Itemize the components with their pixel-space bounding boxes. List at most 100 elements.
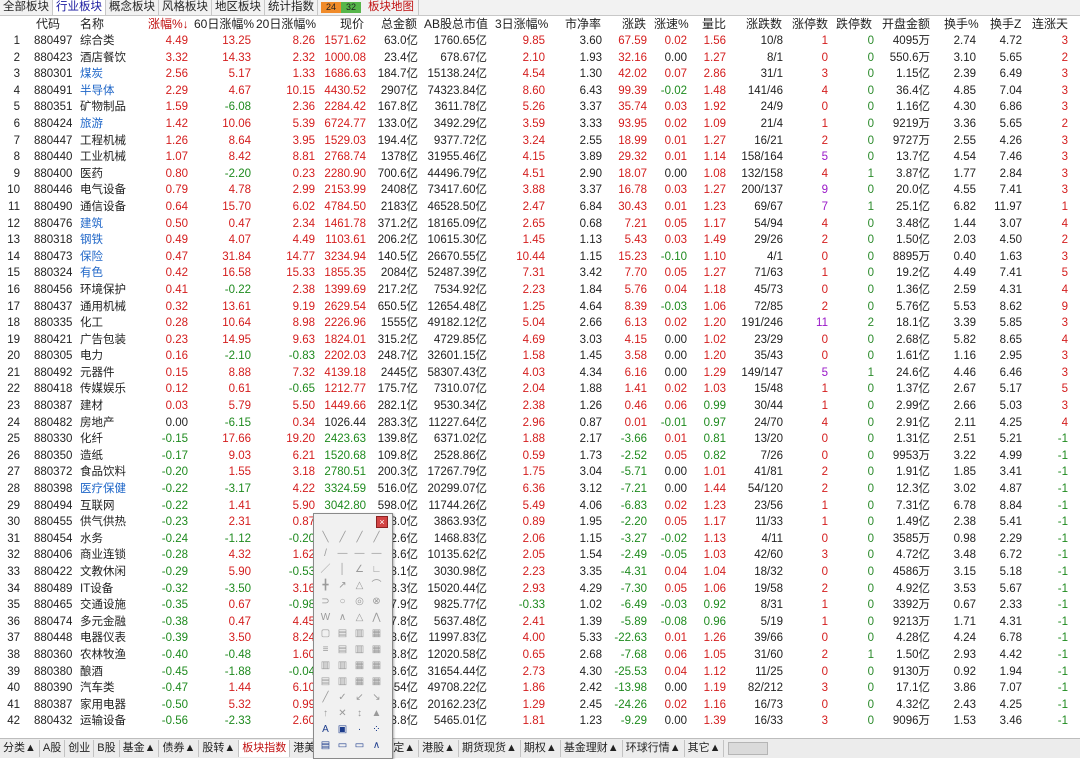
table-row[interactable]: 10 880446 电气设备 0.79 4.78 2.99 2153.99 2408亿 7341… [0,182,1080,199]
draw-tool-35-icon[interactable]: ▦ [352,658,367,673]
draw-tool-6-icon[interactable]: — [335,546,350,561]
draw-tool-17-icon[interactable]: ⊃ [318,594,333,609]
draw-tool-26-icon[interactable]: ▤ [335,626,350,641]
draw-tool-28-icon[interactable]: ▦ [369,626,384,641]
col-limit-down[interactable]: 跌停数 [836,16,872,33]
col-amount[interactable]: 总金额 [381,16,417,33]
table-row[interactable]: 38880360农林牧渔-0.40-0.481.601234.0078.8亿12… [0,647,1080,664]
draw-tool-49-icon[interactable]: A [318,722,333,737]
draw-tool-15-icon[interactable]: △ [352,578,367,593]
draw-tool-11-icon[interactable]: ∠ [352,562,367,577]
draw-tool-45-icon[interactable]: ↑ [318,706,333,721]
tab-neeq[interactable]: 股转▲ [199,740,240,757]
table-row[interactable]: 1 880497 综合类 4.49 13.25 8.26 1571.62 63.0亿 1760.… [0,33,1080,50]
col-60d-change[interactable]: 60日涨幅% [194,16,254,33]
table-row[interactable]: 37880448电器仪表-0.393.508.241234.0098.6亿119… [0,630,1080,647]
table-row[interactable]: 2 880423 酒店餐饮 3.32 14.33 2.32 1000.08 23.4亿 678.… [0,50,1080,67]
tab-futures-spot[interactable]: 期货现货▲ [459,740,521,757]
drawing-tool-palette[interactable]: × ╲ ╱ ╱ ╱ / — — — ／ │ ∠ ∟ ╋ ↗ △ ⌒ ⊃ ○ ◎ ⊗ W ∧ △ ⋀ ▢ ▤ ▥ ▦ ≡ ▤ ▥ ▦ ▥ ▥ ▦ ▦ ▤ ▥… [313,513,393,759]
table-row[interactable]: 29 880494 互联网 -0.22 1.41 5.90 3042.80 598.0亿 117… [0,498,1080,515]
col-volume-ratio[interactable]: 量比 [702,16,726,33]
tab-category[interactable]: 分类▲ [0,740,40,757]
draw-tool-3-icon[interactable]: ╱ [352,530,367,545]
tab-global-quotes[interactable]: 环球行情▲ [623,740,685,757]
col-market-cap[interactable]: AB股总市值 [424,16,488,33]
col-20d-change[interactable]: 20日涨幅% [256,16,316,33]
table-row[interactable]: 30880455供气供热-0.232.310.871234.0038.0亿386… [0,514,1080,531]
draw-tool-54-icon[interactable]: ▭ [335,738,350,753]
draw-tool-5-icon[interactable]: / [318,546,333,561]
table-row[interactable]: 31880454水务-0.24-1.12-0.201234.0012.6亿146… [0,531,1080,548]
draw-tool-47-icon[interactable]: ↕ [352,706,367,721]
draw-tool-51-icon[interactable]: · [352,722,367,737]
vertical-scrollbar[interactable] [1070,33,1080,738]
draw-tool-27-icon[interactable]: ▥ [352,626,367,641]
horizontal-scrollbar[interactable] [728,742,769,755]
table-row[interactable]: 9 880400 医药 0.80 -2.20 0.23 2280.90 700.6亿 44496… [0,166,1080,183]
draw-tool-43-icon[interactable]: ↙ [352,690,367,705]
tab-sector-map[interactable]: 板块地图 [364,0,419,15]
table-row[interactable]: 12 880476 建筑 0.50 0.47 2.34 1461.78 371.2亿 18165… [0,216,1080,233]
draw-tool-56-icon[interactable]: ∧ [369,738,384,753]
col-limit-up[interactable]: 涨停数 [792,16,828,33]
col-turnover-z[interactable]: 换手Z [990,16,1021,33]
tab-chinext[interactable]: 创业 [65,740,95,757]
table-row[interactable]: 36880474多元金融-0.380.474.451234.0067.8亿563… [0,614,1080,631]
draw-tool-39-icon[interactable]: ▦ [352,674,367,689]
draw-tool-21-icon[interactable]: W [318,610,333,625]
table-row[interactable]: 15 880324 有色 0.42 16.58 15.33 1855.35 2084亿 5248… [0,265,1080,282]
col-name[interactable]: 名称 [80,16,104,33]
draw-tool-25-icon[interactable]: ▢ [318,626,333,641]
tab-all-sectors[interactable]: 全部板块 [0,0,53,15]
draw-tool-41-icon[interactable]: ╱ [318,690,333,705]
draw-tool-12-icon[interactable]: ∟ [369,562,384,577]
draw-tool-22-icon[interactable]: ∧ [335,610,350,625]
tab-sector-index[interactable]: 板块指数 [239,740,291,757]
draw-tool-32-icon[interactable]: ▦ [369,642,384,657]
draw-tool-31-icon[interactable]: ▥ [352,642,367,657]
col-speed[interactable]: 涨速% [654,16,689,33]
draw-tool-19-icon[interactable]: ◎ [352,594,367,609]
tab-fund-wealth[interactable]: 基金理财▲ [561,740,623,757]
table-row[interactable]: 20 880305 电力 0.16 -2.10 -0.83 2202.03 248.7亿 326… [0,348,1080,365]
table-row[interactable]: 17 880437 通用机械 0.32 13.61 9.19 2629.54 650.5亿 12… [0,299,1080,316]
table-row[interactable]: 19 880421 广告包装 0.23 14.95 9.63 1824.01 315.2亿 47… [0,332,1080,349]
tab-region-sectors[interactable]: 地区板块 [212,0,265,15]
draw-tool-1-icon[interactable]: ╲ [318,530,333,545]
table-row[interactable]: 18 880335 化工 0.28 10.64 8.98 2226.96 1555亿 49182… [0,315,1080,332]
table-row[interactable]: 23 880387 建材 0.03 5.79 5.50 1449.66 282.1亿 9530.… [0,398,1080,415]
draw-tool-16-icon[interactable]: ⌒ [369,578,384,593]
draw-tool-52-icon[interactable]: ⁘ [369,722,384,737]
table-row[interactable]: 16 880456 环境保护 0.41 -0.22 2.38 1399.69 217.2亿 75… [0,282,1080,299]
tab-concept-sectors[interactable]: 概念板块 [106,0,159,15]
table-row[interactable]: 11 880490 通信设备 0.64 15.70 6.02 4784.50 2183亿 465… [0,199,1080,216]
draw-tool-55-icon[interactable]: ▭ [352,738,367,753]
draw-tool-8-icon[interactable]: — [369,546,384,561]
draw-tool-24-icon[interactable]: ⋀ [369,610,384,625]
tab-other[interactable]: 其它▲ [685,740,725,757]
table-row[interactable]: 14 880473 保险 0.47 31.84 14.77 3234.94 140.5亿 266… [0,249,1080,266]
draw-tool-37-icon[interactable]: ▤ [318,674,333,689]
tab-fund[interactable]: 基金▲ [120,740,160,757]
table-row[interactable]: 33880422文教休闲-0.295.90-0.531234.0048.1亿30… [0,564,1080,581]
table-row[interactable]: 5 880351 矿物制品 1.59 -6.08 2.36 2284.42 167.8亿 361… [0,99,1080,116]
tab-hk-stocks[interactable]: 港股▲ [419,740,460,757]
draw-tool-9-icon[interactable]: ／ [318,562,333,577]
draw-tool-29-icon[interactable]: ≡ [318,642,333,657]
draw-tool-33-icon[interactable]: ▥ [318,658,333,673]
tab-a-share[interactable]: A股 [40,740,66,757]
table-row[interactable]: 22 880418 传媒娱乐 0.12 0.61 -0.65 1212.77 175.7亿 73… [0,381,1080,398]
draw-tool-46-icon[interactable]: ✕ [335,706,350,721]
table-row[interactable]: 39880380酿酒-0.45-1.88-0.041234.0098.6亿316… [0,664,1080,681]
draw-tool-42-icon[interactable]: ✓ [335,690,350,705]
col-change-pct[interactable]: 涨幅%↓ [148,16,189,33]
col-3d-change[interactable]: 3日涨幅% [495,16,548,33]
draw-tool-18-icon[interactable]: ○ [335,594,350,609]
draw-tool-7-icon[interactable]: — [352,546,367,561]
tab-stat-index[interactable]: 统计指数 [265,0,318,15]
draw-tool-20-icon[interactable]: ⊗ [369,594,384,609]
col-price[interactable]: 现价 [340,16,364,33]
tab-b-share[interactable]: B股 [94,740,120,757]
table-row[interactable]: 4 880491 半导体 2.29 4.67 10.15 4430.52 2907亿 74323… [0,83,1080,100]
col-up-down[interactable]: 涨跌数 [746,16,782,33]
